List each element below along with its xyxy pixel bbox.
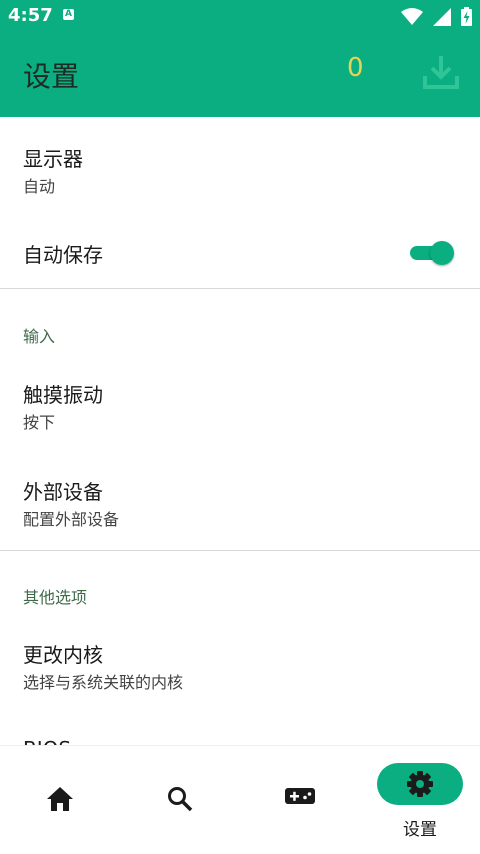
bottom-nav: 设置 <box>0 745 480 854</box>
nav-label-settings: 设置 <box>403 820 437 840</box>
nav-games[interactable] <box>240 746 360 854</box>
setting-value: 按下 <box>23 413 56 432</box>
status-icons <box>401 7 472 26</box>
setting-title: 外部设备 <box>23 480 103 504</box>
app-bar: 设置 0 <box>0 33 480 117</box>
setting-value: 自动 <box>23 177 56 196</box>
section-header-input: 输入 <box>23 327 56 346</box>
setting-display[interactable]: 显示器 自动 <box>0 117 480 213</box>
gear-icon <box>407 771 433 797</box>
battery-charging-icon <box>461 7 472 26</box>
nav-home[interactable] <box>0 746 120 854</box>
setting-title: 自动保存 <box>23 243 103 267</box>
nav-search[interactable] <box>120 746 240 854</box>
gamepad-icon <box>285 788 315 804</box>
setting-change-core[interactable]: 更改内核 选择与系统关联的内核 <box>0 615 480 713</box>
settings-list[interactable]: 显示器 自动 自动保存 输入 触摸振动 按下 外部设备 配置外部设备 其他选项 … <box>0 117 480 745</box>
download-icon[interactable] <box>420 51 462 93</box>
download-counter: 0 <box>347 53 364 83</box>
setting-value: 配置外部设备 <box>23 510 120 529</box>
nav-settings[interactable]: 设置 <box>360 746 480 854</box>
status-time: 4:57 <box>8 5 53 26</box>
setting-title: 显示器 <box>23 147 83 171</box>
status-bar: 4:57 A <box>0 0 480 33</box>
section-header-other: 其他选项 <box>23 588 88 607</box>
autosave-switch[interactable] <box>410 240 454 266</box>
home-icon <box>47 787 73 811</box>
notification-a-icon: A <box>63 9 74 20</box>
page-title: 设置 <box>23 60 80 93</box>
search-icon <box>168 787 193 812</box>
divider <box>0 550 480 551</box>
wifi-icon <box>401 7 423 25</box>
setting-external-devices[interactable]: 外部设备 配置外部设备 <box>0 454 480 550</box>
setting-value: 选择与系统关联的内核 <box>23 673 184 692</box>
divider <box>0 288 480 289</box>
setting-title: 触摸振动 <box>23 383 103 407</box>
cell-signal-icon <box>433 7 451 26</box>
setting-title: BIOS <box>23 737 71 745</box>
setting-haptic[interactable]: 触摸振动 按下 <box>0 357 480 454</box>
setting-bios[interactable]: BIOS <box>0 713 480 745</box>
setting-title: 更改内核 <box>23 643 103 667</box>
switch-thumb <box>430 241 454 265</box>
nav-active-indicator <box>377 763 463 805</box>
setting-autosave[interactable]: 自动保存 <box>0 213 480 289</box>
